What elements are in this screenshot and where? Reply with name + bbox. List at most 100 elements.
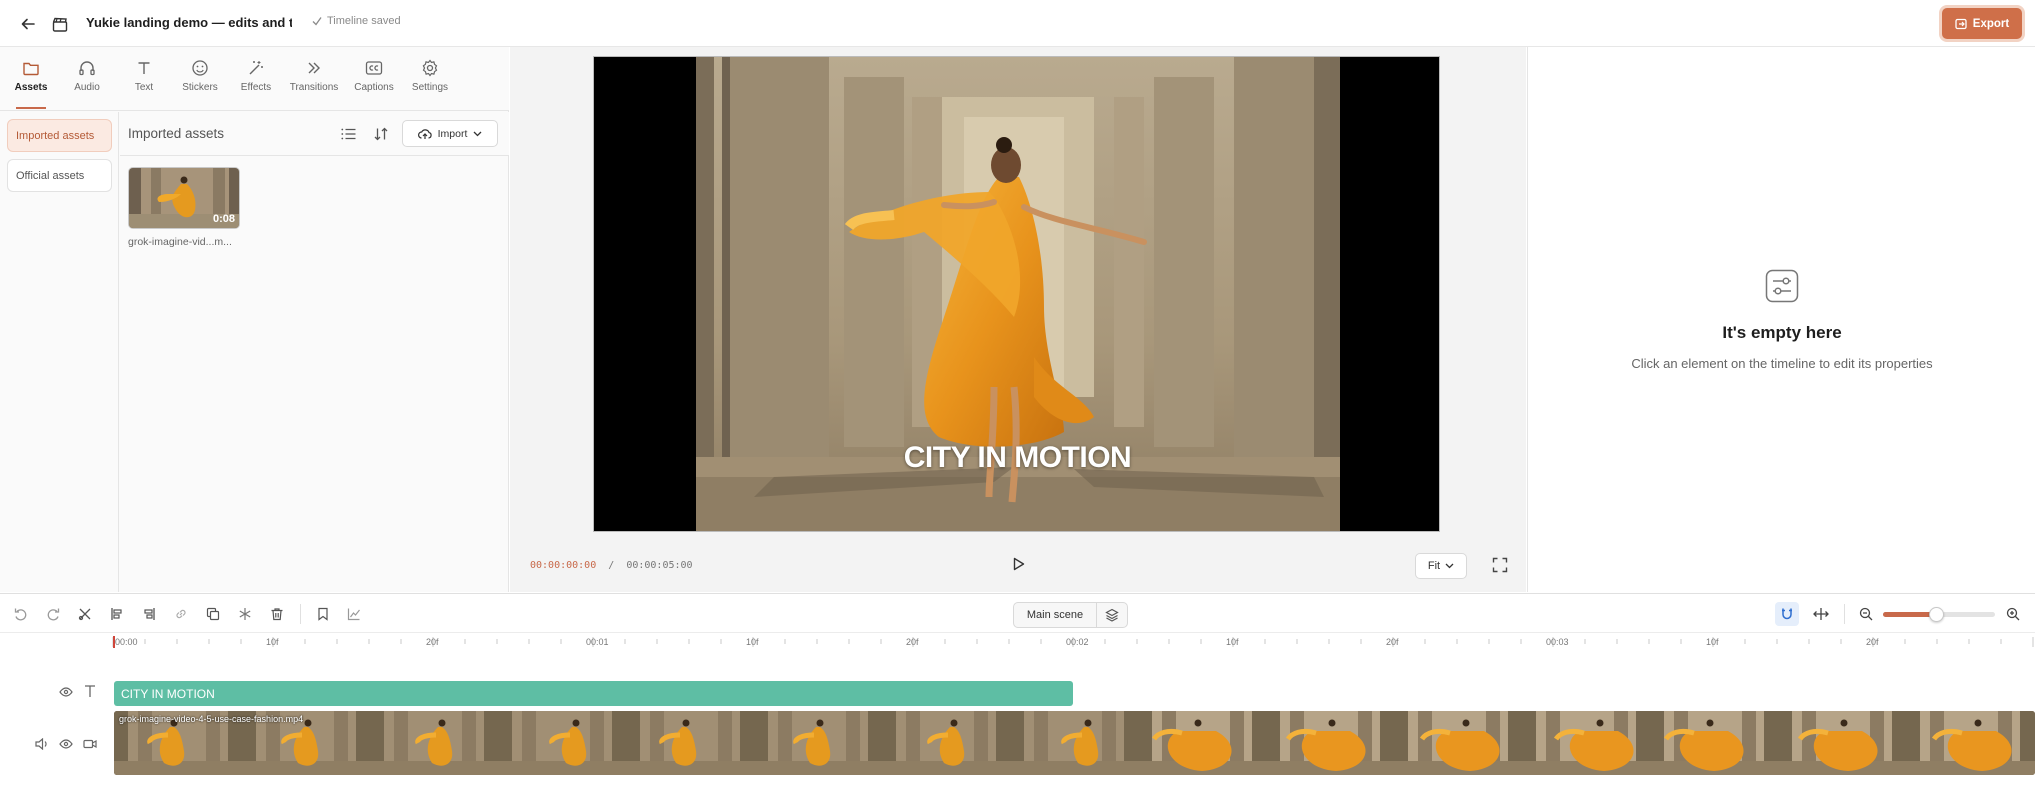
zoom-slider-fill: [1883, 612, 1936, 617]
filmstrip-frame: [498, 711, 626, 775]
time-separator: /: [608, 560, 615, 571]
clapperboard-icon: [50, 14, 70, 34]
export-button[interactable]: Export: [1942, 8, 2022, 39]
export-label: Export: [1972, 17, 2010, 30]
empty-state-title: It's empty here: [1722, 323, 1842, 342]
asset-thumbnail[interactable]: 0:08: [128, 167, 240, 229]
ruler-ticks: [112, 637, 2034, 647]
align-left-icon[interactable]: [108, 605, 126, 623]
check-icon: [312, 17, 322, 26]
trash-icon[interactable]: [268, 605, 286, 623]
graph-icon[interactable]: [345, 605, 363, 623]
timeline-ruler[interactable]: 00:00 10f 20f 00:01 10f 20f 00:02 10f 20f 00:03 10…: [0, 634, 2035, 656]
magic-wand-icon: [247, 57, 265, 79]
tab-label: Effects: [240, 82, 272, 93]
empty-state-subtitle: Click an element on the timeline to edit…: [1631, 356, 1933, 371]
zoom-out-icon[interactable]: [1857, 605, 1875, 623]
fullscreen-button[interactable]: [1492, 557, 1510, 575]
toolbar-divider: [1844, 604, 1845, 624]
cc-icon: [365, 57, 383, 79]
ruler-label: 20f: [906, 637, 919, 647]
text-clip-label: CITY IN MOTION: [121, 686, 215, 701]
scene-selector[interactable]: Main scene: [1013, 602, 1128, 628]
play-button[interactable]: [1006, 552, 1030, 576]
chevron-down-icon: [1445, 563, 1454, 569]
fit-dropdown[interactable]: Fit: [1415, 553, 1467, 579]
video-clip[interactable]: grok-imagine-video-4-5-use-case-fashion.…: [114, 711, 2035, 775]
timeline-toolbar: Main scene: [0, 593, 2035, 633]
tab-transitions[interactable]: Transitions: [285, 57, 343, 107]
list-view-icon[interactable]: [338, 124, 358, 144]
filmstrip-frame: [1266, 711, 1394, 775]
current-time: 00:00:00:00: [530, 560, 597, 571]
timecode: 00:00:00:00 / 00:00:05:00: [530, 560, 693, 571]
zoom-in-icon[interactable]: [2004, 605, 2022, 623]
ruler-label: 00:01: [586, 637, 609, 647]
text-icon: [136, 57, 152, 79]
tab-settings[interactable]: Settings: [401, 57, 459, 107]
magnet-snap-icon[interactable]: [1775, 602, 1799, 626]
headphones-icon: [78, 57, 96, 79]
category-official-assets[interactable]: Official assets: [7, 159, 112, 192]
bookmark-icon[interactable]: [314, 605, 332, 623]
link-icon[interactable]: [172, 605, 190, 623]
tab-label: Stickers: [182, 82, 218, 93]
video-caption-overlay[interactable]: CITY IN MOTION: [594, 441, 1439, 475]
playhead[interactable]: [113, 636, 115, 648]
eye-icon[interactable]: [58, 684, 74, 700]
smile-icon: [191, 57, 209, 79]
redo-icon[interactable]: [44, 605, 62, 623]
scene-label: Main scene: [1014, 603, 1097, 627]
assets-title: Imported assets: [128, 126, 225, 141]
category-list: Imported assets Official assets: [0, 112, 119, 592]
ruler-label: 00:02: [1066, 637, 1089, 647]
layers-icon[interactable]: [1097, 603, 1127, 627]
freeze-icon[interactable]: [236, 605, 254, 623]
back-arrow-icon[interactable]: [18, 14, 38, 34]
assets-toolbar: Imported assets Import: [120, 112, 509, 156]
undo-icon[interactable]: [12, 605, 30, 623]
tab-effects[interactable]: Effects: [227, 57, 285, 107]
sort-icon[interactable]: [371, 124, 391, 144]
tab-text[interactable]: Text: [115, 57, 173, 107]
tab-stickers[interactable]: Stickers: [171, 57, 229, 107]
tab-label: Transitions: [289, 82, 339, 93]
ruler-label: 10f: [266, 637, 279, 647]
category-imported-assets[interactable]: Imported assets: [7, 119, 112, 152]
tab-label: Settings: [411, 82, 449, 93]
import-label: Import: [437, 127, 468, 140]
video-preview[interactable]: CITY IN MOTION: [593, 56, 1440, 532]
chevron-down-icon: [473, 131, 482, 136]
tab-label: Captions: [354, 82, 394, 93]
filmstrip-frame: [1522, 711, 1650, 775]
split-icon[interactable]: [76, 605, 94, 623]
align-right-icon[interactable]: [140, 605, 158, 623]
volume-icon[interactable]: [34, 736, 50, 752]
ruler-label: 00:03: [1546, 637, 1569, 647]
eye-icon[interactable]: [58, 736, 74, 752]
duplicate-icon[interactable]: [204, 605, 222, 623]
ruler-label: 10f: [1706, 637, 1719, 647]
save-status-text: Timeline saved: [327, 15, 401, 27]
folder-icon: [22, 57, 40, 79]
text-clip[interactable]: CITY IN MOTION: [114, 681, 1073, 706]
tab-assets[interactable]: Assets: [2, 57, 60, 109]
zoom-slider[interactable]: [1883, 607, 1995, 622]
fit-width-icon[interactable]: [1812, 605, 1830, 623]
tab-label: Text: [134, 82, 154, 93]
filmstrip-frame: [754, 711, 882, 775]
tab-captions[interactable]: Captions: [345, 57, 403, 107]
asset-duration: 0:08: [212, 213, 235, 225]
import-button[interactable]: Import: [402, 120, 498, 147]
ruler-label: 20f: [1866, 637, 1879, 647]
video-camera-icon: [82, 736, 98, 752]
filmstrip-frame: [1010, 711, 1138, 775]
project-title[interactable]: Yukie landing demo — edits and transitio…: [86, 15, 292, 30]
properties-panel: It's empty here Click an element on the …: [1527, 47, 2035, 592]
video-clip-label: grok-imagine-video-4-5-use-case-fashion.…: [119, 714, 304, 724]
zoom-slider-handle[interactable]: [1928, 607, 1944, 622]
assets-panel: Assets Audio Text Stickers Effects Trans…: [0, 47, 509, 592]
tab-audio[interactable]: Audio: [58, 57, 116, 107]
double-chevron-icon: [306, 57, 322, 79]
gear-icon: [421, 57, 439, 79]
